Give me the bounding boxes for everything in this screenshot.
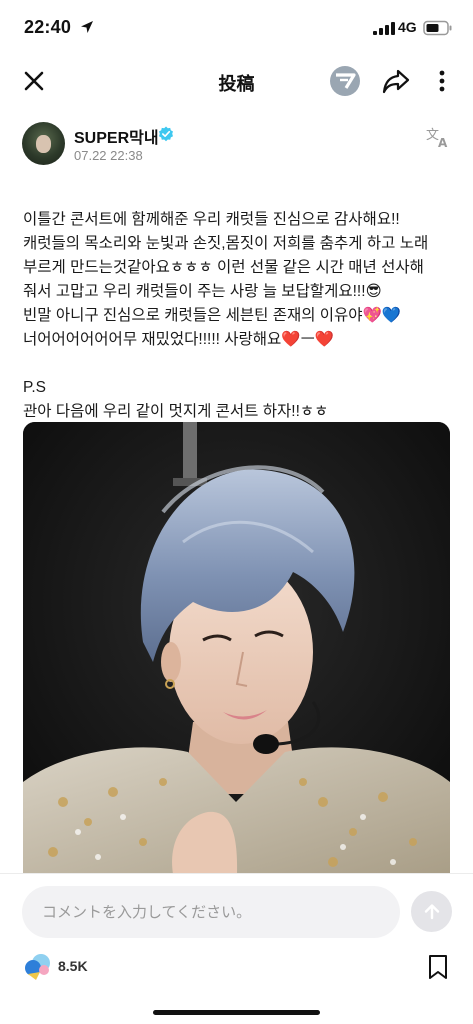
- svg-text:A: A: [438, 136, 448, 148]
- post-line: 빈말 아니구 진심으로 캐럿들은 세븐틴 존재의 이유야💖💙: [23, 307, 402, 324]
- cellular-signal-icon: [373, 22, 395, 35]
- arrow-up-icon: [424, 903, 439, 919]
- brand-logo-icon[interactable]: [330, 66, 360, 96]
- verified-badge-icon: [159, 126, 173, 142]
- post-photo[interactable]: [23, 422, 450, 874]
- status-time: 22:40: [24, 17, 72, 37]
- home-indicator: [153, 1010, 320, 1015]
- network-type: 4G: [398, 19, 417, 35]
- post-text: 이틀간 콘서트에 함께해준 우리 캐럿들 진심으로 감사해요!! 캐럿들의 목소…: [23, 208, 455, 424]
- portrait-image: [23, 422, 450, 874]
- post-line: 너어어어어어어무 재밌었다!!!!! 사랑해요❤️ㅡ❤️: [23, 331, 335, 348]
- bookmark-icon[interactable]: [428, 954, 448, 980]
- battery-icon: [423, 20, 452, 36]
- share-icon[interactable]: [380, 65, 412, 97]
- post-line: 캐럿들의 목소리와 눈빛과 손짓,몸짓이 저희를 춤추게 하고 노래: [23, 235, 429, 252]
- post-ps-label: P.S: [23, 379, 46, 396]
- author-name[interactable]: SUPER막내: [74, 124, 159, 148]
- app-header: 投稿: [0, 54, 473, 108]
- translate-icon[interactable]: 文 A: [426, 126, 452, 148]
- status-bar: 22:40 4G: [0, 0, 473, 54]
- post-line: 줘서 고맙고 우리 캐럿들이 주는 사랑 늘 보답할게요!!!😎: [23, 283, 382, 300]
- send-button[interactable]: [411, 891, 452, 932]
- like-reaction-icon[interactable]: [22, 950, 54, 982]
- post-date: 07.22 22:38: [74, 148, 143, 163]
- comment-input[interactable]: [22, 886, 400, 938]
- like-count: 8.5K: [58, 958, 88, 974]
- post-line: 부르게 만드는것같아요ㅎㅎㅎ 이런 선물 같은 시간 매년 선사해: [23, 259, 424, 276]
- more-options-icon[interactable]: [430, 65, 454, 97]
- post-author: SUPER막내 07.22 22:38 文 A: [22, 120, 452, 170]
- post-line: 이틀간 콘서트에 함께해준 우리 캐럿들 진심으로 감사해요!!: [23, 211, 400, 228]
- location-arrow-icon: [81, 21, 93, 33]
- comment-bar: 8.5K: [0, 873, 473, 1024]
- avatar[interactable]: [22, 122, 65, 165]
- post-ps-text: 관아 다음에 우리 같이 멋지게 콘서트 하자!!ㅎㅎ: [23, 403, 329, 420]
